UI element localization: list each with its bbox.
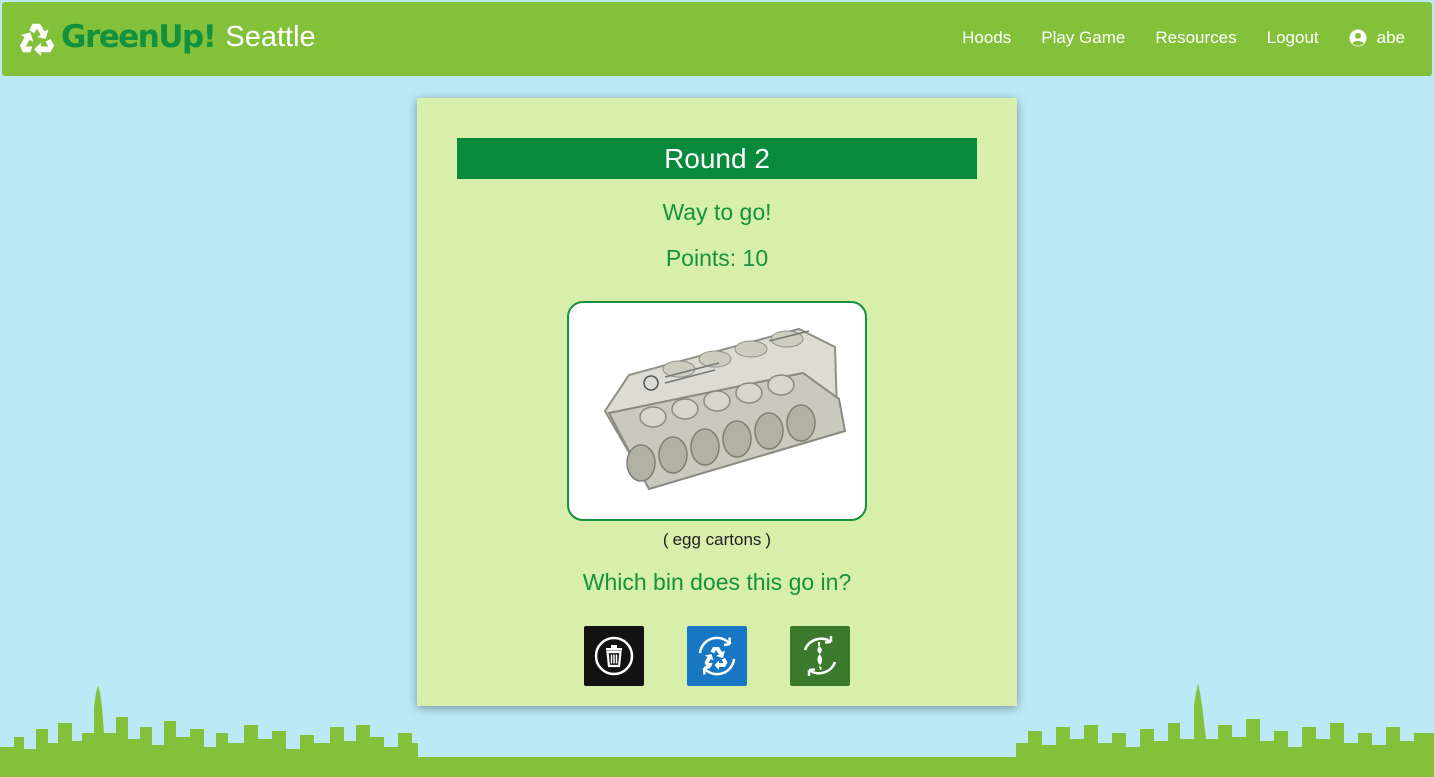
bin-options (584, 626, 850, 686)
user-name: abe (1376, 28, 1405, 47)
trash-bin-button[interactable] (584, 626, 644, 686)
recycle-icon (698, 636, 736, 676)
trash-icon (594, 636, 634, 676)
user-circle-icon (1349, 29, 1367, 47)
nav-link-play-game[interactable]: Play Game (1041, 28, 1125, 48)
compost-icon (803, 636, 837, 676)
nav-link-logout[interactable]: Logout (1267, 28, 1319, 48)
brand-city: Seattle (225, 20, 316, 53)
egg-carton-image (603, 327, 847, 491)
nav-menu: Hoods Play Game Resources Logout abe (932, 28, 1405, 48)
nav-link-hoods[interactable]: Hoods (962, 28, 1011, 48)
compost-bin-button[interactable] (790, 626, 850, 686)
nav-link-resources[interactable]: Resources (1155, 28, 1236, 48)
item-image (567, 301, 867, 521)
top-navbar: GreenUp! Seattle Hoods Play Game Resourc… (2, 2, 1432, 76)
user-menu[interactable]: abe (1349, 28, 1405, 48)
round-banner: Round 2 (457, 138, 977, 179)
recycling-bin-button[interactable] (687, 626, 747, 686)
points-display: Points: 10 (665, 245, 769, 271)
brand-name: GreenUp! (61, 19, 217, 55)
bin-question: Which bin does this go in? (582, 569, 852, 595)
brand-home-link[interactable]: GreenUp! Seattle (19, 18, 316, 56)
item-name: egg cartons (672, 530, 762, 549)
item-caption: (egg cartons) (662, 530, 772, 549)
feedback-message: Way to go! (662, 199, 772, 225)
game-card: Round 2 Way to go! Points: 10 (egg cart… (417, 98, 1017, 706)
recycle-icon (19, 23, 55, 56)
